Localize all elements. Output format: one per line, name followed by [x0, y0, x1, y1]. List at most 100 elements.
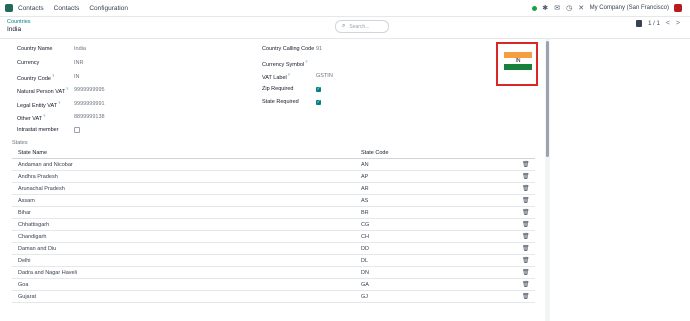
table-row[interactable]: Goa GA 🗑	[12, 279, 535, 291]
table-header: State Name State Code	[12, 147, 535, 159]
input-natural-person-vat[interactable]: 9999999995	[74, 87, 105, 93]
help-tooltip-icon[interactable]: ?	[66, 86, 68, 91]
breadcrumb[interactable]: Countries	[7, 19, 31, 25]
trash-icon[interactable]: 🗑	[522, 269, 530, 276]
help-tooltip-icon[interactable]: ?	[43, 113, 45, 118]
label-intrastat-member: Intrastat member	[17, 127, 59, 133]
input-vat-label[interactable]: GSTIN	[316, 73, 333, 79]
state-name: Gujarat	[18, 293, 37, 300]
flag-image-highlight[interactable]: IN	[496, 42, 538, 86]
avatar[interactable]	[674, 4, 682, 12]
nav-configuration[interactable]: Configuration	[89, 5, 128, 12]
help-tooltip-icon[interactable]: ?	[305, 59, 307, 64]
label-country-code: Country Code?	[17, 72, 55, 82]
trash-icon[interactable]: 🗑	[522, 185, 530, 192]
label-zip-required: Zip Required	[262, 86, 294, 92]
chat-icon[interactable]: ✉	[554, 5, 561, 12]
pager-prev-button[interactable]: <	[666, 20, 670, 27]
trash-icon[interactable]: 🗑	[522, 173, 530, 180]
scrollbar-thumb[interactable]	[546, 41, 549, 157]
clock-icon[interactable]: ◷	[566, 5, 573, 12]
label-currency: Currency	[17, 60, 40, 66]
table-row[interactable]: Bihar BR 🗑	[12, 207, 535, 219]
state-code: AR	[361, 185, 369, 192]
help-tooltip-icon[interactable]: ?	[58, 100, 60, 105]
trash-icon[interactable]: 🗑	[522, 233, 530, 240]
state-name: Andaman and Nicobar	[18, 161, 73, 168]
field-other-vat: Other VAT? 8899999138	[17, 112, 105, 122]
trash-icon[interactable]: 🗑	[522, 209, 530, 216]
trash-icon[interactable]: 🗑	[522, 281, 530, 288]
state-code: AN	[361, 161, 369, 168]
table-row[interactable]: Dadra and Nagar Haveli DN 🗑	[12, 267, 535, 279]
header-state-code[interactable]: State Code	[361, 150, 389, 156]
table-row[interactable]: Andaman and Nicobar AN 🗑	[12, 159, 535, 171]
company-switcher[interactable]: My Company (San Francisco)	[590, 5, 669, 11]
field-natural-person-vat: Natural Person VAT? 9999999995	[17, 85, 105, 95]
bug-icon[interactable]: ✱	[542, 5, 549, 12]
checkbox-intrastat-member[interactable]	[74, 127, 80, 133]
state-code: DD	[361, 245, 369, 252]
record-title: India	[7, 26, 22, 33]
state-name: Arunachal Pradesh	[18, 185, 65, 192]
scrollbar[interactable]	[545, 39, 550, 321]
input-legal-entity-vat[interactable]: 9999999991	[74, 101, 105, 107]
pager-next-button[interactable]: >	[676, 20, 680, 27]
trash-icon[interactable]: 🗑	[522, 257, 530, 264]
help-tooltip-icon[interactable]: ?	[288, 72, 290, 77]
table-row[interactable]: Delhi DL 🗑	[12, 255, 535, 267]
trash-icon[interactable]: 🗑	[522, 197, 530, 204]
header-state-name[interactable]: State Name	[18, 150, 47, 156]
state-code: CG	[361, 221, 370, 228]
state-name: Goa	[18, 281, 29, 288]
navbar-systray: ✱ ✉ ◷ ✕ My Company (San Francisco)	[531, 0, 682, 16]
states-table: State Name State Code Andaman and Nicoba…	[12, 147, 535, 303]
input-country-name[interactable]: India	[74, 46, 86, 52]
search-icon: ⌕	[342, 23, 346, 29]
flag-image: IN	[504, 52, 532, 70]
label-legal-entity-vat: Legal Entity VAT?	[17, 99, 61, 109]
state-code: AS	[361, 197, 369, 204]
input-other-vat[interactable]: 8899999138	[74, 114, 105, 120]
label-calling-code: Country Calling Code	[262, 46, 315, 52]
field-currency-symbol: Currency Symbol?	[262, 58, 316, 68]
checkbox-state-required[interactable]: ✓	[316, 99, 321, 105]
state-name: Daman and Diu	[18, 245, 57, 252]
tools-icon[interactable]: ✕	[578, 5, 585, 12]
trash-icon[interactable]: 🗑	[522, 293, 530, 300]
gear-icon[interactable]	[636, 20, 643, 27]
input-currency[interactable]: INR	[74, 60, 83, 66]
table-row[interactable]: Andhra Pradesh AP 🗑	[12, 171, 535, 183]
table-row[interactable]: Chandigarh CH 🗑	[12, 231, 535, 243]
state-code: BR	[361, 209, 369, 216]
table-row[interactable]: Chhattisgarh CG 🗑	[12, 219, 535, 231]
checkbox-zip-required[interactable]: ✓	[316, 86, 321, 92]
field-state-required: State Required ✓	[262, 97, 321, 107]
label-natural-person-vat: Natural Person VAT?	[17, 85, 69, 95]
input-country-code[interactable]: IN	[74, 74, 80, 80]
label-other-vat: Other VAT?	[17, 112, 46, 122]
label-state-required: State Required	[262, 99, 299, 105]
state-code: AP	[361, 173, 369, 180]
app-icon[interactable]	[5, 4, 13, 12]
input-calling-code[interactable]: 91	[316, 46, 322, 52]
nav-contacts[interactable]: Contacts	[54, 5, 80, 12]
label-currency-symbol: Currency Symbol?	[262, 58, 308, 68]
state-code: GA	[361, 281, 369, 288]
search-input[interactable]: ⌕ Search...	[335, 20, 389, 33]
trash-icon[interactable]: 🗑	[522, 161, 530, 168]
help-tooltip-icon[interactable]: ?	[52, 73, 54, 78]
nav-contacts-app[interactable]: Contacts	[18, 5, 44, 12]
trash-icon[interactable]: 🗑	[522, 245, 530, 252]
state-name: Assam	[18, 197, 35, 204]
table-row[interactable]: Assam AS 🗑	[12, 195, 535, 207]
field-country-code: Country Code? IN	[17, 72, 80, 82]
table-row[interactable]: Daman and Diu DD 🗑	[12, 243, 535, 255]
status-dot-icon	[531, 5, 537, 11]
search-placeholder: Search...	[349, 23, 370, 30]
pager-value[interactable]: 1 / 1	[648, 21, 660, 27]
trash-icon[interactable]: 🗑	[522, 221, 530, 228]
state-name: Delhi	[18, 257, 31, 264]
table-row[interactable]: Arunachal Pradesh AR 🗑	[12, 183, 535, 195]
table-row[interactable]: Gujarat GJ 🗑	[12, 291, 535, 303]
